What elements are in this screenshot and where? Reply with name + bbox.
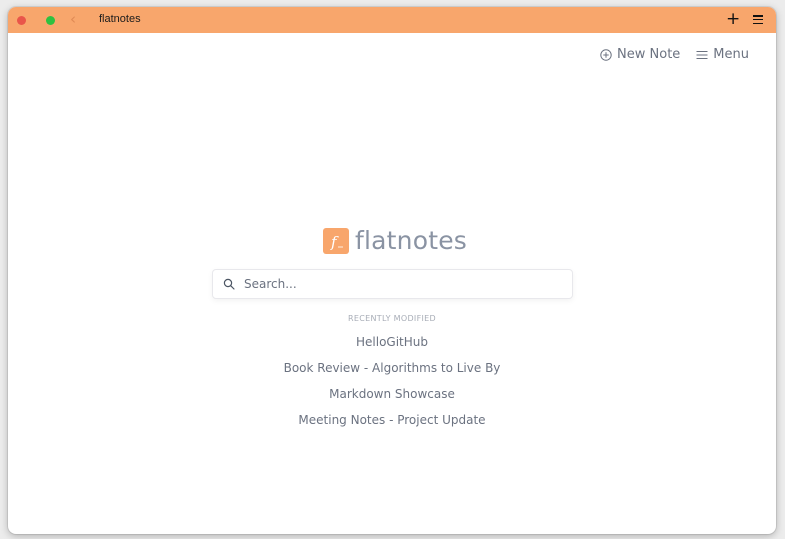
search-icon — [223, 278, 235, 290]
app-window: ‹ flatnotes + New Note Menu f flatnotes … — [8, 7, 776, 534]
menu-button[interactable]: Menu — [696, 47, 749, 62]
search-box[interactable] — [212, 269, 573, 299]
title-bar: ‹ flatnotes + — [8, 7, 776, 33]
recent-note-link[interactable]: Meeting Notes - Project Update — [8, 411, 776, 437]
window-title: flatnotes — [99, 13, 141, 25]
hamburger-icon — [696, 50, 708, 59]
chevron-left-icon[interactable]: ‹ — [70, 11, 76, 27]
new-note-label: New Note — [617, 47, 681, 62]
recent-note-link[interactable]: Markdown Showcase — [8, 385, 776, 411]
logo-icon: f — [323, 228, 349, 254]
plus-icon[interactable]: + — [726, 9, 740, 29]
recent-notes-list: HelloGitHub Book Review - Algorithms to … — [8, 333, 776, 437]
close-window-button[interactable] — [17, 16, 26, 25]
hamburger-icon[interactable] — [753, 15, 763, 25]
plus-circle-icon — [600, 48, 612, 61]
recently-modified-heading: RECENTLY MODIFIED — [348, 314, 436, 323]
top-navigation: New Note Menu — [600, 47, 749, 62]
recent-note-link[interactable]: HelloGitHub — [8, 333, 776, 359]
maximize-window-button[interactable] — [46, 16, 55, 25]
menu-label: Menu — [713, 47, 749, 62]
logo-text: flatnotes — [355, 226, 468, 255]
logo-glyph: f — [330, 233, 339, 251]
search-input[interactable] — [242, 276, 556, 292]
app-logo[interactable]: f flatnotes — [323, 227, 467, 255]
recent-note-link[interactable]: Book Review - Algorithms to Live By — [8, 359, 776, 385]
new-note-button[interactable]: New Note — [600, 47, 680, 62]
